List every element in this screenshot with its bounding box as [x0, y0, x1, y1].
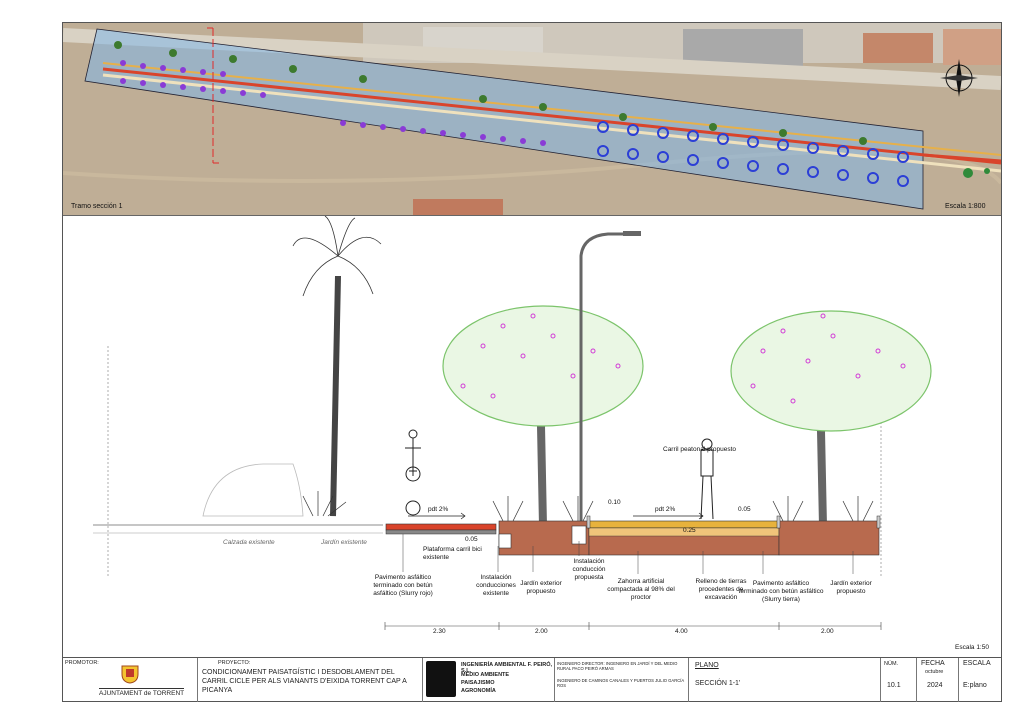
plano-title: SECCIÓN 1-1'	[695, 680, 741, 687]
proyecto-title: CONDICIONAMENT PAISATGÍSTIC I DESDOBLAME…	[202, 669, 407, 694]
north-arrow-icon	[940, 59, 978, 97]
level-010: 0.10	[608, 499, 621, 506]
slope-label-1: pdt 2%	[428, 506, 449, 513]
escala-label: ESCALA	[963, 660, 991, 667]
escala-value: E:plano	[963, 682, 987, 689]
calzada-label: Calzada existente	[223, 539, 275, 546]
num-label: NÚM.	[884, 661, 899, 667]
cyclist-figure	[405, 429, 421, 516]
director-2: INGENIERO DE CAMINOS CANALES Y PUERTOS J…	[557, 678, 684, 688]
annotation-zahorra: Zahorra artificial compactada al 98% del…	[607, 578, 675, 601]
title-block: PROMOTOR: AJUNTAMENT de TORRENT PROYECTO…	[63, 657, 1001, 702]
firm-line-1: MEDIO AMBIENTE	[461, 672, 510, 678]
level-005b: 0.05	[738, 506, 751, 513]
fecha-year: 2024	[927, 682, 943, 689]
section-scale: Escala 1:50	[955, 644, 989, 651]
aerial-scale: Escala 1:800	[945, 203, 986, 210]
level-005a: 0.05	[465, 536, 478, 543]
num-value: 10.1	[887, 682, 901, 689]
directors-cell: INGENIERO DIRECTOR: INGENIERO EN JARDÍ Y…	[555, 658, 689, 702]
dim-1: 2.30	[433, 628, 446, 635]
promotor-label: PROMOTOR:	[65, 660, 99, 666]
section-label: Tramo sección 1	[71, 203, 123, 210]
plano-label: PLANO	[695, 662, 719, 669]
annotation-jardin-1: Jardín exterior propuesto	[520, 580, 562, 595]
annotation-jardin-2: Jardín exterior propuesto	[830, 580, 872, 595]
director-1: INGENIERO DIRECTOR: INGENIERO EN JARDÍ Y…	[557, 661, 678, 671]
jardin-existente-label: Jardín existente	[321, 539, 367, 546]
annotation-pavimento-tierra: Pavimento asfáltico terminado con betún …	[738, 580, 824, 603]
level-025: 0.25	[683, 527, 696, 534]
annotation-pavimento-rojo: Pavimento asfáltico terminado con betún …	[373, 574, 433, 597]
carril-peatonal-label: Carril peatonal propuesto	[663, 446, 736, 453]
drawing-sheet: Tramo sección 1 Escala 1:800 Calzada exi…	[62, 22, 1002, 702]
fecha-label: FECHA	[921, 660, 945, 667]
dim-3: 4.00	[675, 628, 688, 635]
escala-cell: ESCALA E:plano	[959, 658, 1001, 702]
slope-label-2: pdt 2%	[655, 506, 676, 513]
firm-cell: INGENIERÍA AMBIENTAL F. PEIRÓ, S.L. MEDI…	[423, 658, 555, 702]
dim-4: 2.00	[821, 628, 834, 635]
plano-cell: PLANO SECCIÓN 1-1'	[689, 658, 881, 702]
cross-section: Calzada existente Jardín existente Carri…	[63, 216, 1001, 651]
firm-line-2: PAISAJISMO	[461, 680, 495, 686]
dim-2: 2.00	[535, 628, 548, 635]
torrent-coat-of-arms-icon	[121, 665, 139, 684]
ayuntamiento-name: AJUNTAMENT de TORRENT	[99, 688, 185, 697]
aerial-map	[63, 23, 1001, 215]
promotor-cell: PROMOTOR: AJUNTAMENT de TORRENT	[63, 658, 198, 702]
proyecto-cell: PROYECTO: CONDICIONAMENT PAISATGÍSTIC I …	[198, 658, 423, 702]
num-cell: NÚM. 10.1	[881, 658, 917, 702]
fecha-cell: FECHA octubre 2024	[917, 658, 959, 702]
fecha-month: octubre	[925, 669, 944, 675]
aerial-plan: Tramo sección 1 Escala 1:800	[63, 23, 1001, 216]
annotation-plataforma: Plataforma carril bici existente	[423, 546, 482, 561]
proyecto-label: PROYECTO:	[218, 660, 251, 666]
firm-line-3: AGRONOMÍA	[461, 688, 496, 694]
firm-logo-icon	[426, 661, 456, 697]
